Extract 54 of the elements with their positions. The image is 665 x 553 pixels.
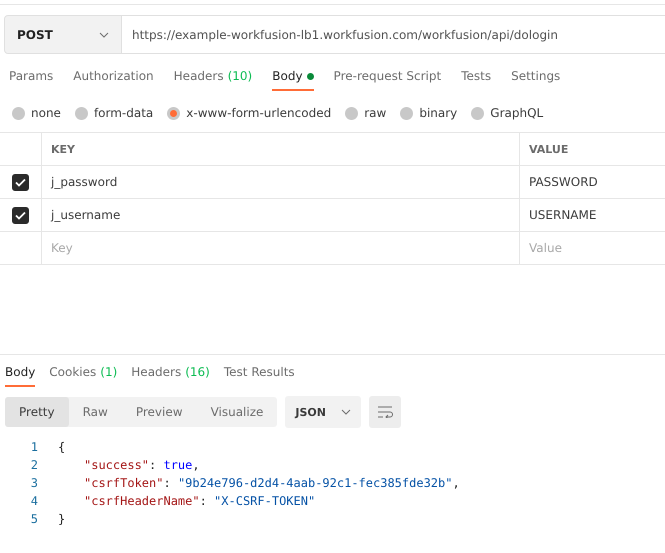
request-tab[interactable]: Tests: [461, 63, 492, 91]
radio-button[interactable]: [12, 106, 25, 120]
table-cell: j_password: [41, 166, 519, 198]
request-tab[interactable]: Body: [272, 63, 314, 91]
request-tab[interactable]: Authorization: [73, 63, 154, 91]
code-line: {: [58, 440, 66, 454]
column-header: VALUE: [519, 133, 665, 165]
wrap-lines-button[interactable]: [369, 396, 402, 428]
request-tab[interactable]: Headers (10): [174, 63, 252, 91]
response-tab[interactable]: Test Results: [224, 359, 295, 387]
line-number: 3: [30, 476, 39, 490]
radio-label: x-www-form-urlencoded: [186, 106, 332, 120]
url-field[interactable]: https://example-workfusion-lb1.workfusion.com/workfusion/api/dologin: [122, 15, 665, 54]
view-mode-button[interactable]: Pretty: [5, 397, 69, 427]
radio-button[interactable]: [471, 106, 484, 120]
request-tab[interactable]: Settings: [511, 63, 560, 91]
chevron-down-icon: [341, 409, 352, 415]
radio-button[interactable]: [345, 106, 358, 120]
format-dropdown[interactable]: JSON: [285, 396, 362, 428]
request-tab[interactable]: Pre-request Script: [334, 63, 442, 91]
view-mode-button[interactable]: Visualize: [196, 397, 278, 427]
chevron-down-icon: [99, 32, 109, 38]
request-tab[interactable]: Params: [9, 63, 54, 91]
method-dropdown[interactable]: POST: [4, 15, 122, 54]
response-tab[interactable]: Body: [5, 359, 36, 387]
checkmark-icon: [15, 210, 26, 220]
radio-label: none: [31, 106, 61, 120]
code-line: "csrfToken": "9b24e796-d2d4-4aab-92c1-fec385fde32b",: [83, 476, 460, 490]
response-tab[interactable]: Headers (16): [131, 359, 210, 387]
code-line: }: [58, 512, 66, 526]
table-cell: USERNAME: [519, 199, 665, 231]
radio-label: raw: [364, 106, 386, 120]
table-cell: j_username: [41, 199, 519, 231]
line-number: 5: [30, 512, 39, 526]
column-header: KEY: [41, 133, 519, 165]
radio-label: binary: [419, 106, 458, 120]
radio-button[interactable]: [74, 106, 88, 120]
checkbox[interactable]: [12, 206, 29, 224]
radio-button[interactable]: [400, 106, 414, 120]
code-line: "success": true,: [83, 458, 200, 472]
checkmark-icon: [15, 178, 26, 186]
radio-button[interactable]: [167, 106, 180, 120]
line-number: 1: [30, 440, 39, 454]
table-cell: PASSWORD: [519, 166, 665, 198]
checkbox[interactable]: [12, 174, 29, 190]
wrap-icon: [377, 406, 394, 418]
radio-label: GraphQL: [490, 106, 544, 120]
line-number: 4: [30, 494, 39, 508]
view-mode-button[interactable]: Preview: [122, 397, 197, 427]
line-number: 2: [30, 458, 39, 472]
code-line: "csrfHeaderName": "X-CSRF-TOKEN": [83, 494, 316, 508]
view-mode-button[interactable]: Raw: [68, 397, 122, 427]
radio-label: form-data: [94, 106, 154, 120]
response-tab[interactable]: Cookies (1): [49, 359, 118, 387]
